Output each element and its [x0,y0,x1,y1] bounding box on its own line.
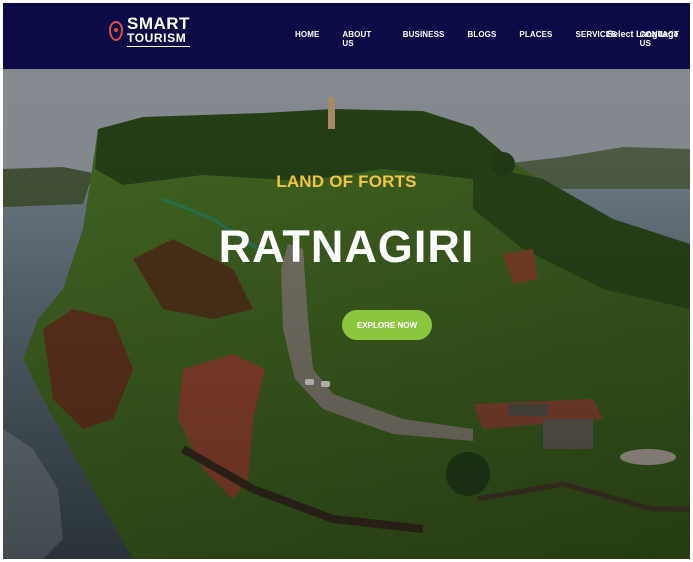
location-pin-icon [109,21,123,41]
hero-title: RATNAGIRI [218,221,475,272]
hero-banner: LAND OF FORTS RATNAGIRI EXPLORE NOW [3,69,690,559]
nav-home[interactable]: HOME [295,30,319,48]
language-selector[interactable]: Select Language [607,29,679,39]
nav-business[interactable]: BUSINESS [403,30,445,48]
hero-tagline: LAND OF FORTS [276,172,417,191]
top-navbar: SMART TOURISM HOME ABOUT US BUSINESS BLO… [3,3,690,69]
site-logo[interactable]: SMART TOURISM [109,15,190,47]
nav-blogs[interactable]: BLOGS [467,30,496,48]
explore-now-button[interactable]: EXPLORE NOW [342,310,432,340]
logo-text: SMART TOURISM [127,15,190,47]
logo-line-tourism: TOURISM [127,32,190,47]
page-frame: SMART TOURISM HOME ABOUT US BUSINESS BLO… [3,3,690,559]
nav-places[interactable]: PLACES [519,30,552,48]
logo-line-smart: SMART [127,14,190,33]
nav-about-us[interactable]: ABOUT US [342,30,379,48]
